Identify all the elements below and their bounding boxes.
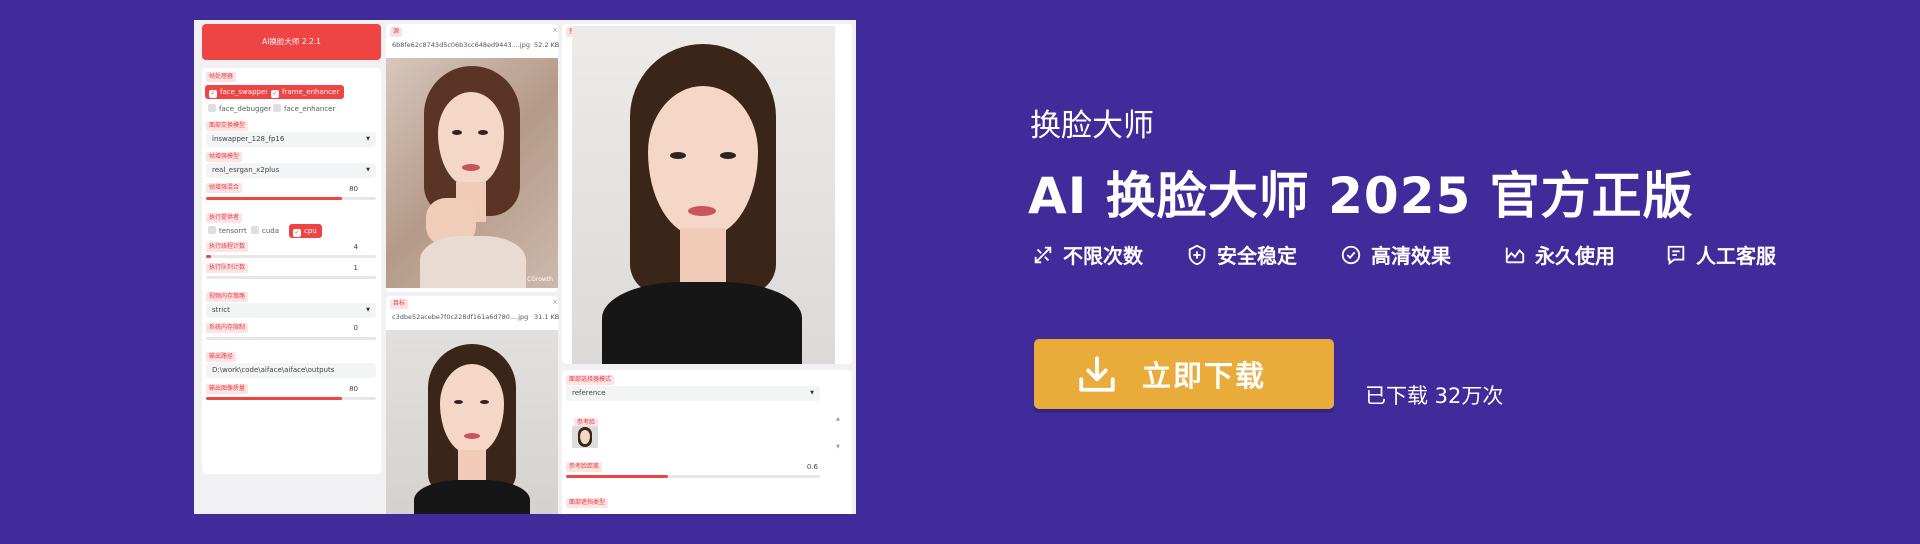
- feature-unlimited: 不限次数: [1032, 240, 1143, 269]
- queue-count-value[interactable]: 1: [336, 262, 358, 274]
- target-label: 目标: [390, 299, 409, 309]
- message-icon: [1667, 245, 1685, 265]
- check-icon: ✓: [209, 90, 217, 98]
- face-mask-label: 面部遮挡类型: [566, 498, 609, 508]
- output-path-label: 输出路径: [206, 352, 237, 362]
- face-selector-label: 面部选择器模式: [566, 375, 615, 385]
- reference-distance-value[interactable]: 0.6: [796, 461, 818, 473]
- processors-label: 帧处理器: [206, 72, 237, 82]
- face-selector-select[interactable]: reference ▼: [566, 386, 820, 401]
- memory-limit-label: 系统内存限制: [206, 323, 249, 333]
- memory-limit-value[interactable]: 0: [336, 322, 358, 334]
- face-enhancer-checkbox[interactable]: face_enhancer: [273, 102, 340, 116]
- thread-count-label: 执行线程计数: [206, 242, 249, 252]
- app-title-button[interactable]: AI换脸大师 2.2.1: [202, 24, 381, 60]
- output-quality-label: 输出图像质量: [206, 384, 249, 394]
- dropdown-arrow-icon: ▼: [366, 136, 370, 142]
- preview-image: [572, 26, 835, 364]
- memory-strategy-select[interactable]: strict ▼: [206, 303, 376, 318]
- reference-distance-label: 参考脸距离: [566, 462, 603, 472]
- dropdown-arrow-icon: ▼: [810, 390, 814, 396]
- feature-support: 人工客服: [1665, 240, 1776, 269]
- check-icon: ✓: [271, 90, 279, 98]
- output-quality-value[interactable]: 80: [336, 383, 358, 395]
- enhancer-blend-label: 帧增强混合: [206, 183, 243, 193]
- swapper-model-label: 面部交换模型: [206, 121, 249, 131]
- target-image: [386, 330, 558, 514]
- cuda-checkbox[interactable]: cuda: [251, 224, 284, 238]
- output-path-input[interactable]: D:\work\code\aiface\aiface\outputs: [206, 363, 376, 378]
- close-icon[interactable]: ×: [552, 26, 558, 34]
- scroll-down-icon[interactable]: ▼: [836, 444, 840, 450]
- promo-title: AI 换脸大师 2025 官方正版: [1028, 167, 1694, 225]
- swapper-model-select[interactable]: inswapper_128_fp16 ▼: [206, 132, 376, 147]
- frame-enhancer-checkbox[interactable]: ✓ frame_enhancer: [267, 85, 345, 99]
- reference-distance-slider[interactable]: [566, 475, 820, 478]
- check-circle-icon: [1341, 245, 1361, 264]
- output-quality-slider[interactable]: [206, 397, 376, 400]
- enhancer-model-label: 帧增强模型: [206, 152, 243, 162]
- feature-secure: 安全稳定: [1186, 240, 1297, 269]
- feature-permanent: 永久使用: [1504, 240, 1615, 269]
- app-screenshot: AI换脸大师 2.2.1 帧处理器 ✓ face_swapper ✓ frame_e…: [194, 20, 856, 514]
- tensorrt-checkbox[interactable]: tensorrt: [208, 224, 252, 238]
- download-button[interactable]: 立即下载: [1034, 339, 1334, 409]
- download-count: 已下载 32万次: [1365, 384, 1504, 408]
- enhancer-blend-value[interactable]: 80: [336, 183, 358, 195]
- face-swapper-checkbox[interactable]: ✓ face_swapper: [205, 85, 274, 99]
- source-filesize: 52.2 KB: [534, 41, 560, 49]
- promo-subtitle: 换脸大师: [1030, 108, 1154, 144]
- download-label: 立即下载: [1142, 359, 1267, 393]
- reference-thumbnail[interactable]: [572, 426, 598, 448]
- dropdown-arrow-icon: ▼: [366, 167, 370, 173]
- app-title: AI换脸大师 2.2.1: [262, 37, 321, 46]
- target-filesize: 31.1 KB: [534, 313, 560, 321]
- cpu-checkbox[interactable]: ✓ cpu: [289, 224, 322, 238]
- settings-card-4: [202, 402, 381, 474]
- source-filename: 6b8fe62c8743d5c06b3cc648ed9443....jpg: [392, 41, 530, 49]
- close-icon[interactable]: ×: [552, 298, 558, 306]
- dropdown-arrow-icon: ▼: [366, 307, 370, 313]
- scroll-up-icon[interactable]: ▲: [836, 416, 840, 422]
- thread-count-slider[interactable]: [206, 255, 376, 258]
- face-debugger-checkbox[interactable]: face_debugger: [208, 102, 276, 116]
- chart-icon: [1505, 247, 1525, 263]
- check-icon: ✓: [293, 229, 301, 237]
- watermark-text: CGrowth: [527, 276, 553, 283]
- tools-icon: [1034, 246, 1052, 263]
- target-filename: c3dbe52acebe7f0c228df161a6d780....jpg: [392, 313, 529, 321]
- queue-count-slider[interactable]: [206, 276, 376, 279]
- providers-label: 执行提供者: [206, 213, 243, 223]
- shield-icon: [1188, 244, 1206, 265]
- thread-count-value[interactable]: 4: [336, 241, 358, 253]
- enhancer-blend-slider[interactable]: [206, 197, 376, 200]
- queue-count-label: 执行队列计数: [206, 263, 249, 273]
- enhancer-model-select[interactable]: real_esrgan_x2plus ▼: [206, 163, 376, 178]
- download-icon: [1079, 356, 1115, 392]
- feature-hd: 高清效果: [1340, 240, 1451, 269]
- source-label: 源: [390, 27, 403, 37]
- source-image: CGrowth: [386, 58, 558, 288]
- memory-limit-slider[interactable]: [206, 337, 376, 340]
- memory-strategy-label: 视频内存策略: [206, 292, 249, 302]
